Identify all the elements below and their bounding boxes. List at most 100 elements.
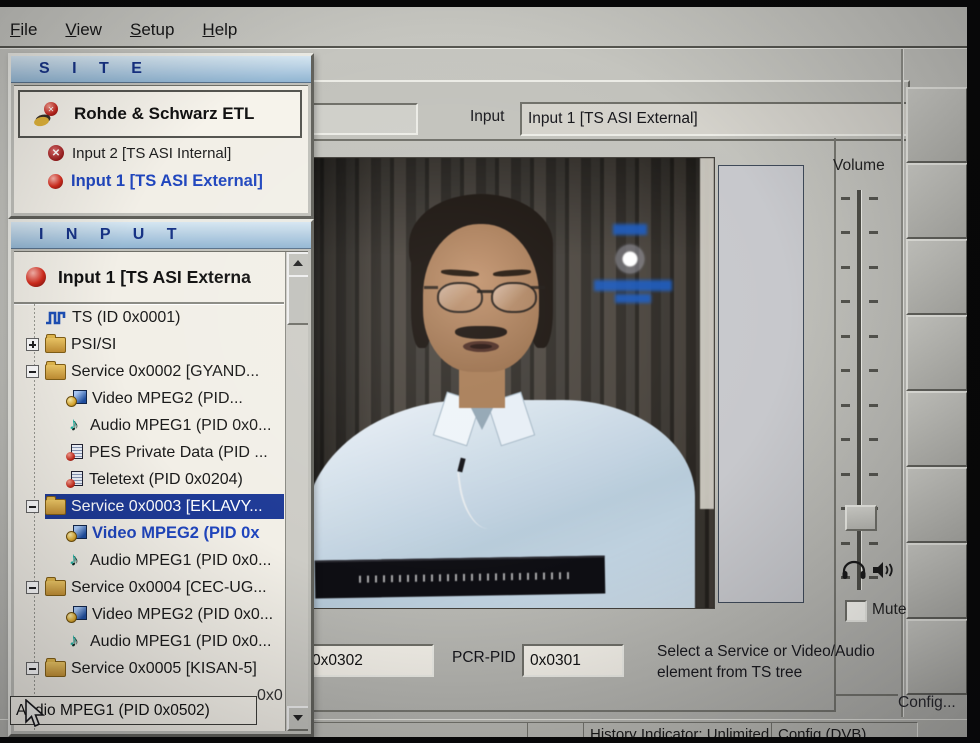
ts-tree: TS (ID 0x0001) PSI/SI Service 0x0002 [GY… [14, 304, 284, 731]
input-panel-body: Input 1 [TS ASI Externa TS (ID 0x0001) P… [14, 251, 308, 731]
mute-checkbox[interactable] [845, 600, 867, 622]
glasses-temple [424, 286, 438, 289]
red-led-icon [48, 174, 63, 189]
site-input-2[interactable]: Input 2 [TS ASI Internal] [20, 140, 304, 166]
tree-item-ts[interactable]: TS (ID 0x0001) [14, 304, 284, 331]
channel-logo-text [613, 224, 647, 235]
input-panel-title: I N P U T [39, 226, 186, 244]
menu-setup[interactable]: Setup [130, 20, 174, 40]
elementary-pid-field[interactable]: 0x0302 [304, 644, 434, 677]
scrollbar-thumb[interactable] [287, 275, 308, 325]
tree-root-item[interactable]: Input 1 [TS ASI Externa [14, 252, 284, 304]
selection-hint: Select a Service or Video/Audio element … [657, 641, 907, 683]
audio-icon [66, 417, 85, 434]
tree-item-tooltip: Audio MPEG1 (PID 0x0502) [10, 696, 257, 725]
channel-logo-text [615, 294, 651, 303]
softkey-button[interactable] [906, 543, 968, 619]
wall-edge [700, 158, 714, 509]
folder-icon [45, 337, 66, 353]
site-input-2-label: Input 2 [TS ASI Internal] [72, 145, 231, 162]
desk-object [315, 555, 606, 598]
tree-item-service-0003-selected[interactable]: Service 0x0003 [EKLAVY... [14, 493, 284, 520]
site-device-row[interactable]: Rohde & Schwarz ETL [18, 90, 302, 138]
desk-object-text [359, 572, 569, 583]
softkey-button[interactable] [906, 315, 968, 391]
input-field-label: Input [470, 108, 504, 126]
menu-file[interactable]: File [10, 20, 37, 40]
site-panel-body: Rohde & Schwarz ETL Input 2 [TS ASI Inte… [14, 85, 308, 213]
tree-item-pes[interactable]: PES Private Data (PID ... [14, 439, 284, 466]
volume-label: Volume [833, 157, 885, 175]
softkey-button[interactable] [906, 163, 968, 239]
site-input-1-label: Input 1 [TS ASI External] [71, 172, 263, 191]
softkey-button[interactable] [906, 619, 968, 695]
device-name: Rohde & Schwarz ETL [74, 104, 254, 124]
video-icon [66, 525, 87, 542]
menu-view[interactable]: View [65, 20, 102, 40]
input-panel-header: I N P U T [11, 222, 311, 249]
softkey-button[interactable] [906, 391, 968, 467]
collapse-icon[interactable] [26, 500, 39, 513]
level-meter-panel [718, 165, 804, 603]
photo-bezel [0, 0, 980, 7]
input-selector-value: Input 1 [TS ASI External] [528, 110, 698, 128]
blank-field[interactable] [306, 103, 418, 135]
menu-divider [0, 46, 967, 49]
input-panel: I N P U T Input 1 [TS ASI Externa TS (ID… [8, 219, 314, 737]
glasses-lens [437, 282, 483, 313]
scroll-up-icon[interactable] [287, 252, 308, 277]
tree-item-audio[interactable]: Audio MPEG1 (PID 0x0... [14, 412, 284, 439]
mouse-cursor [24, 699, 46, 734]
presenter-mouth [463, 341, 499, 352]
elementary-pid-value: 0x0302 [312, 652, 363, 670]
tree-root-label: Input 1 [TS ASI Externa [58, 267, 251, 288]
tree-item-video[interactable]: Video MPEG2 (PID... [14, 385, 284, 412]
video-icon [66, 390, 87, 407]
tree-item-service-0004[interactable]: Service 0x0004 [CEC-UG... [14, 574, 284, 601]
softkey-button[interactable] [906, 87, 968, 163]
tree-item-video[interactable]: Video MPEG2 (PID 0x0... [14, 601, 284, 628]
tree-item-service-0005[interactable]: Service 0x0005 [KISAN-5] [14, 655, 284, 682]
presenter-mustache [455, 326, 507, 339]
expand-icon[interactable] [26, 338, 39, 351]
config-softkey-label[interactable]: Config... [898, 694, 956, 712]
folder-icon [45, 364, 66, 380]
pcr-pid-value: 0x0301 [530, 652, 581, 670]
video-icon [66, 606, 87, 623]
red-led-icon [26, 267, 46, 287]
glasses-temple [531, 286, 545, 289]
tree-item-video-active[interactable]: Video MPEG2 (PID 0x [14, 520, 284, 547]
tree-item-teletext[interactable]: Teletext (PID 0x0204) [14, 466, 284, 493]
menu-help[interactable]: Help [202, 20, 237, 40]
site-panel-title: S I T E [39, 60, 151, 78]
softkey-button[interactable] [906, 467, 968, 543]
volume-slider-handle[interactable] [845, 505, 877, 531]
site-panel: S I T E Rohde & Schwarz ETL Input 2 [TS … [8, 53, 314, 219]
video-preview [310, 157, 715, 609]
pcr-pid-label: PCR-PID [452, 649, 516, 667]
softkey-button[interactable] [906, 239, 968, 315]
photographed-screen: File View Setup Help Input Input 1 [TS A… [0, 0, 980, 743]
ts-signal-icon [45, 310, 67, 325]
scroll-down-icon[interactable] [287, 706, 308, 731]
tree-item-service-0002[interactable]: Service 0x0002 [GYAND... [14, 358, 284, 385]
pcr-pid-field[interactable]: 0x0301 [522, 644, 624, 677]
video-picture [311, 158, 714, 608]
tree-item-audio[interactable]: Audio MPEG1 (PID 0x0... [14, 628, 284, 655]
tree-scrollbar[interactable] [285, 252, 308, 731]
site-input-1[interactable]: Input 1 [TS ASI External] [20, 168, 304, 194]
application-screen: File View Setup Help Input Input 1 [TS A… [0, 7, 967, 737]
collapse-icon[interactable] [26, 365, 39, 378]
mute-label: Mute [872, 601, 906, 619]
data-icon [66, 444, 84, 461]
audio-icon [66, 552, 85, 569]
folder-icon [45, 499, 66, 515]
collapse-icon[interactable] [26, 662, 39, 675]
tree-item-psisi[interactable]: PSI/SI [14, 331, 284, 358]
site-panel-header: S I T E [11, 56, 311, 83]
collapse-icon[interactable] [26, 581, 39, 594]
input-selector-field[interactable]: Input 1 [TS ASI External] [520, 102, 914, 136]
device-icon [34, 102, 60, 126]
tree-item-audio[interactable]: Audio MPEG1 (PID 0x0... [14, 547, 284, 574]
headphones-icon [841, 559, 867, 586]
